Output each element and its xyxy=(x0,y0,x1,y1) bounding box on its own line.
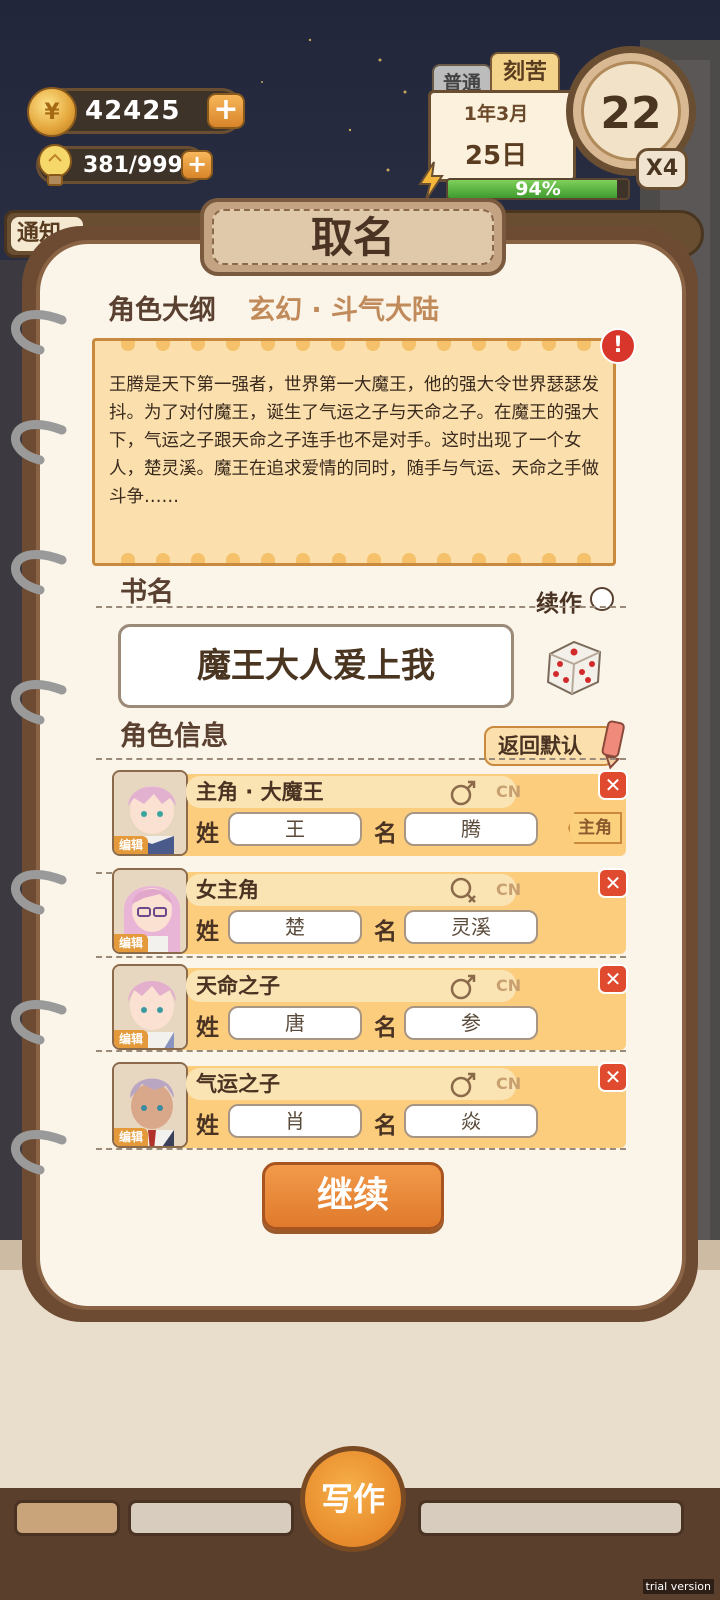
female-icon[interactable] xyxy=(448,876,478,906)
surname-label: 姓 xyxy=(196,821,219,847)
add-inspiration-button[interactable]: + xyxy=(181,150,213,180)
calendar-year-month: 1年3月 xyxy=(463,103,529,125)
divider xyxy=(96,1050,626,1052)
coin-value: 42425 xyxy=(85,96,181,126)
day-progress-bar: 94% xyxy=(446,178,630,200)
male-icon[interactable] xyxy=(448,778,478,808)
pencil-icon xyxy=(601,720,625,770)
male-icon[interactable] xyxy=(448,1070,478,1100)
calendar-day: 25日 xyxy=(464,141,528,171)
role-card-4: 编辑 气运之子 CN ✕ 姓 肖 名 焱 xyxy=(112,1062,628,1150)
notebook-rings xyxy=(11,310,67,1175)
calendar: 1年3月 25日 xyxy=(428,90,576,182)
given-name-field[interactable]: 腾 xyxy=(404,812,538,846)
outline-card: 王腾是天下第一强者，世界第一大魔王，他的强大令世界瑟瑟发抖。为了对付魔王，诞生了… xyxy=(92,338,616,566)
clock-face: 22 xyxy=(581,61,681,161)
day-progress-text: 94% xyxy=(515,178,561,200)
given-name-label: 名 xyxy=(374,919,397,945)
role-card-1: 编辑 主角 · 大魔王 CN ✕ 姓 王 名 腾 主角 xyxy=(112,770,628,858)
delete-role-button[interactable]: ✕ xyxy=(598,1062,628,1092)
tab-hard-mode[interactable]: 刻苦 xyxy=(490,52,560,92)
edit-label[interactable]: 编辑 xyxy=(114,934,148,952)
delete-role-button[interactable]: ✕ xyxy=(598,964,628,994)
avatar[interactable]: 编辑 xyxy=(112,770,188,856)
dialog-title: 取名 xyxy=(212,209,494,265)
given-name-label: 名 xyxy=(374,1015,397,1041)
role-card-2: 编辑 女主角 CN ✕ 姓 楚 名 灵溪 xyxy=(112,868,628,956)
outline-label: 角色大纲 xyxy=(108,295,216,326)
speed-button[interactable]: X4 xyxy=(636,148,688,190)
language-label: CN xyxy=(496,880,522,899)
surname-label: 姓 xyxy=(196,919,219,945)
divider xyxy=(96,758,626,760)
bottom-slot-right[interactable] xyxy=(418,1500,684,1536)
divider xyxy=(96,956,626,958)
protagonist-tag: 主角 xyxy=(568,812,622,844)
avatar[interactable]: 编辑 xyxy=(112,1062,188,1148)
given-name-field[interactable]: 灵溪 xyxy=(404,910,538,944)
outline-text: 王腾是天下第一强者，世界第一大魔王，他的强大令世界瑟瑟发抖。为了对付魔王，诞生了… xyxy=(109,375,599,507)
bottom-slot-mid[interactable] xyxy=(128,1500,294,1536)
add-coins-button[interactable]: + xyxy=(207,93,245,129)
given-name-label: 名 xyxy=(374,821,397,847)
inspiration-value: 381/999 xyxy=(83,152,183,178)
surname-label: 姓 xyxy=(196,1113,219,1139)
watermark: trial version xyxy=(642,1579,714,1594)
outline-scallop-bottom xyxy=(121,553,591,563)
surname-field[interactable]: 肖 xyxy=(228,1104,362,1138)
given-name-field[interactable]: 参 xyxy=(404,1006,538,1040)
edit-label[interactable]: 编辑 xyxy=(114,1030,148,1048)
continue-button[interactable]: 继续 xyxy=(262,1162,444,1230)
language-label: CN xyxy=(496,782,522,801)
genre-label: 玄幻 · 斗气大陆 xyxy=(248,295,440,326)
avatar[interactable]: 编辑 xyxy=(112,868,188,954)
sequel-label: 续作 xyxy=(536,591,582,617)
bottom-slot-left[interactable] xyxy=(14,1500,120,1536)
divider xyxy=(96,1148,626,1150)
delete-role-button[interactable]: ✕ xyxy=(598,868,628,898)
dice-icon[interactable] xyxy=(542,634,606,698)
reset-default-button[interactable]: 返回默认 xyxy=(484,726,614,766)
alert-icon[interactable]: ! xyxy=(600,328,636,364)
outline-scallop-top xyxy=(121,341,591,351)
clock-value: 22 xyxy=(600,88,662,139)
surname-field[interactable]: 王 xyxy=(228,812,362,846)
write-button[interactable]: 写作 xyxy=(300,1446,406,1552)
delete-role-button[interactable]: ✕ xyxy=(598,770,628,800)
dialog-title-tag: 取名 xyxy=(200,198,506,276)
divider xyxy=(96,606,626,608)
avatar[interactable]: 编辑 xyxy=(112,964,188,1050)
roles-label: 角色信息 xyxy=(120,721,228,752)
edit-label[interactable]: 编辑 xyxy=(114,1128,148,1146)
edit-label[interactable]: 编辑 xyxy=(114,836,148,854)
surname-field[interactable]: 唐 xyxy=(228,1006,362,1040)
role-card-3: 编辑 天命之子 CN ✕ 姓 唐 名 参 xyxy=(112,964,628,1052)
male-icon[interactable] xyxy=(448,972,478,1002)
lightning-icon xyxy=(418,161,444,201)
surname-field[interactable]: 楚 xyxy=(228,910,362,944)
given-name-field[interactable]: 焱 xyxy=(404,1104,538,1138)
given-name-label: 名 xyxy=(374,1113,397,1139)
surname-label: 姓 xyxy=(196,1015,219,1041)
language-label: CN xyxy=(496,1074,522,1093)
language-label: CN xyxy=(496,976,522,995)
book-name-label: 书名 xyxy=(120,577,174,608)
book-name-field[interactable]: 魔王大人爱上我 xyxy=(118,624,514,708)
